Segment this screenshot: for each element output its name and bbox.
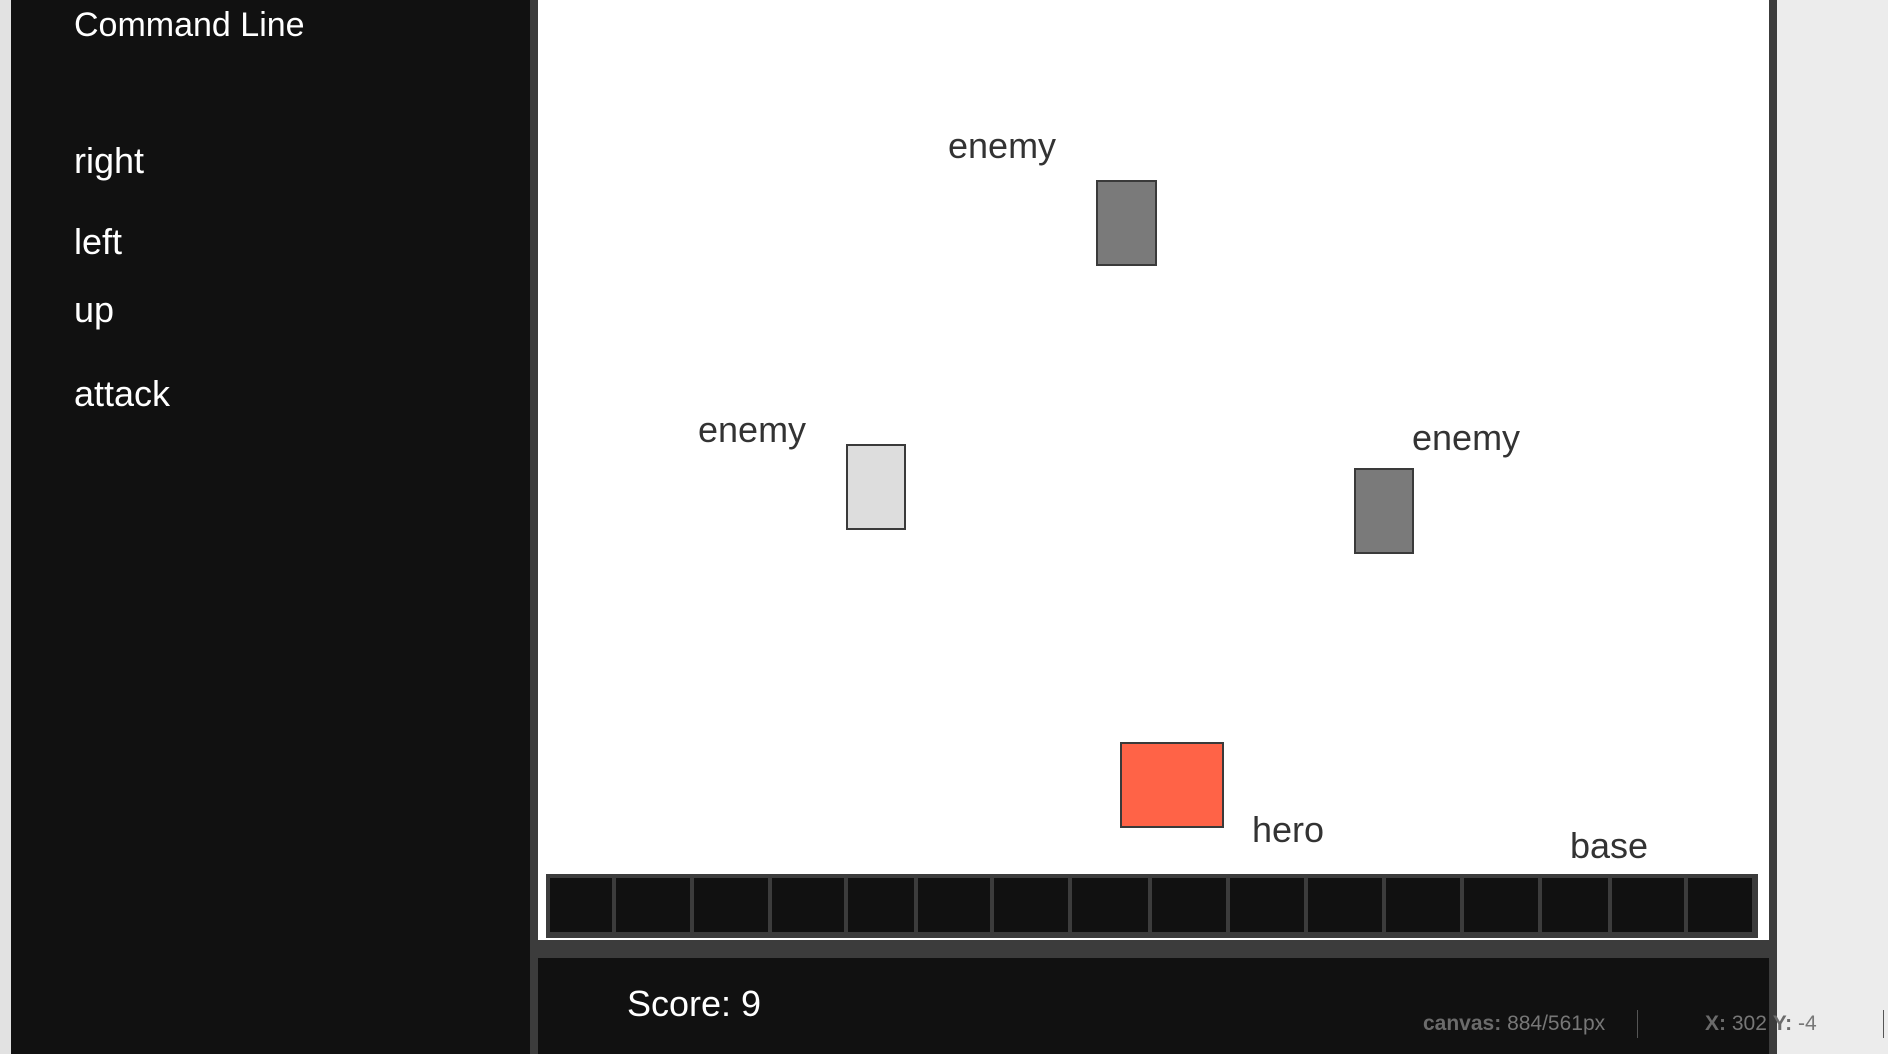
cursor-coordinates-readout: X: 302 Y: -4 (1705, 1012, 1817, 1036)
ground-tile (1612, 878, 1684, 932)
enemy-label: enemy (698, 409, 807, 450)
enemy-label: enemy (1412, 417, 1521, 458)
command-right[interactable]: right (74, 140, 144, 182)
ground-platform (546, 874, 1758, 938)
hero-sprite (1120, 742, 1224, 828)
ground-tile (1386, 878, 1460, 932)
score-text: Score: 9 (627, 983, 762, 1024)
canvas-size-readout: canvas: 884/561px (1423, 1012, 1605, 1036)
left-edge-strip (0, 0, 11, 1054)
game-app: Command Line right left up attack enemy … (0, 0, 1888, 1054)
ground-tile (1464, 878, 1538, 932)
y-value: -4 (1798, 1012, 1817, 1035)
base-label: base (1570, 825, 1649, 866)
status-separator (1883, 1010, 1884, 1038)
ground-tile (994, 878, 1068, 932)
command-attack[interactable]: attack (74, 373, 170, 415)
ground-tile (1072, 878, 1148, 932)
enemy-label: enemy (948, 125, 1057, 166)
ground-tile (918, 878, 990, 932)
hero-label: hero (1252, 809, 1325, 850)
ground-tile (772, 878, 844, 932)
canvas-size-value: 884/561px (1507, 1012, 1606, 1035)
ground-tile (694, 878, 768, 932)
ground-tile (848, 878, 914, 932)
ground-tile (1230, 878, 1304, 932)
x-label: X: (1705, 1012, 1726, 1035)
command-left[interactable]: left (74, 221, 122, 263)
status-separator (1637, 1010, 1638, 1038)
enemy-sprite (1096, 180, 1157, 266)
command-up[interactable]: up (74, 289, 114, 331)
canvas-size-label: canvas: (1423, 1012, 1502, 1035)
enemy-sprite (846, 444, 906, 530)
ground-tile (1152, 878, 1226, 932)
x-value: 302 (1731, 1012, 1767, 1035)
sidebar-title: Command Line (74, 6, 305, 44)
ground-tile (1308, 878, 1382, 932)
ground-tile (550, 878, 612, 932)
enemy-sprite (1354, 468, 1414, 554)
y-label: Y: (1772, 1012, 1793, 1035)
ground-tile (1542, 878, 1608, 932)
ground-tile (1688, 878, 1752, 932)
ground-tile (616, 878, 690, 932)
